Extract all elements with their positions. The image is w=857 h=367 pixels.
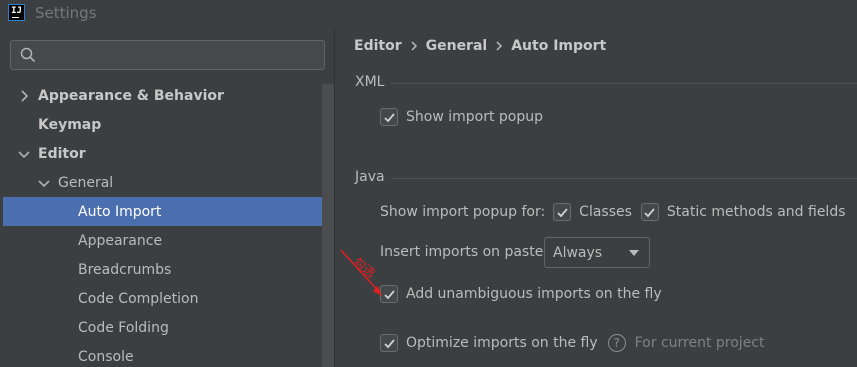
tree-item-label: Code Folding	[78, 319, 169, 336]
insert-imports-on-paste-row: Insert imports on paste:	[380, 244, 548, 260]
optimize-imports-checkbox[interactable]	[380, 334, 398, 352]
tree-item-general[interactable]: General	[36, 168, 316, 197]
tree-item-breadcrumbs[interactable]: Breadcrumbs	[78, 255, 318, 284]
help-icon[interactable]: ?	[607, 334, 626, 352]
dropdown-arrow-icon	[629, 250, 639, 256]
tree-item-auto-import[interactable]: Auto Import	[3, 197, 333, 226]
tree-item-label: Keymap	[38, 116, 102, 133]
search-input[interactable]	[10, 40, 325, 70]
window-title: Settings	[35, 4, 97, 22]
section-divider	[391, 83, 857, 84]
tree-item-appearance-behavior[interactable]: Appearance & Behavior	[16, 81, 316, 110]
show-import-popup-for-row: Show import popup for: Classes Static me…	[380, 203, 846, 221]
classes-label: Classes	[579, 204, 632, 220]
classes-checkbox[interactable]	[553, 203, 572, 221]
chevron-down-icon	[18, 150, 30, 158]
intellij-icon: IJ	[8, 4, 25, 21]
insert-imports-on-paste-label: Insert imports on paste:	[380, 244, 549, 260]
breadcrumb-item-general: General	[425, 38, 488, 54]
add-unambiguous-label: Add unambiguous imports on the fly	[406, 286, 662, 302]
tree-item-label: Appearance & Behavior	[38, 87, 224, 104]
show-import-popup-for-label: Show import popup for:	[380, 204, 546, 220]
tree-item-console[interactable]: Console	[78, 342, 318, 367]
tree-item-editor[interactable]: Editor	[16, 139, 316, 168]
tree-item-label: General	[58, 174, 114, 191]
breadcrumb: Editor General Auto Import	[354, 38, 606, 54]
add-unambiguous-checkbox[interactable]	[380, 285, 398, 303]
checkmark-icon	[383, 338, 395, 348]
title-bar: IJ Settings	[0, 0, 857, 28]
chevron-down-icon	[38, 179, 50, 187]
show-import-popup-xml-label: Show import popup	[406, 109, 543, 125]
checkmark-icon	[383, 112, 395, 122]
checkmark-icon	[557, 207, 568, 217]
tree-item-keymap[interactable]: Keymap	[38, 110, 318, 139]
settings-content: Editor General Auto Import XML Show impo…	[335, 28, 857, 367]
show-import-popup-xml-row: Show import popup	[380, 108, 543, 126]
checkmark-icon	[644, 207, 656, 217]
settings-sidebar: Appearance & Behavior Keymap Editor Gene…	[0, 28, 334, 367]
chevron-right-icon	[21, 89, 29, 102]
add-unambiguous-row: Add unambiguous imports on the fly	[380, 285, 662, 303]
tree-item-label: Editor	[38, 145, 86, 162]
insert-imports-on-paste-dropdown[interactable]: Always	[544, 237, 650, 268]
tree-item-label: Appearance	[78, 232, 163, 249]
app-icon-letters: IJ	[11, 5, 22, 16]
section-title-xml: XML	[355, 74, 385, 90]
dropdown-value: Always	[553, 244, 603, 261]
tree-item-label: Auto Import	[78, 203, 162, 220]
sidebar-scrollbar[interactable]	[322, 84, 334, 367]
checkmark-icon	[383, 289, 395, 299]
optimize-imports-hint: For current project	[634, 335, 765, 351]
tree-item-label: Code Completion	[78, 290, 199, 307]
chevron-right-icon	[496, 41, 503, 51]
tree-item-appearance[interactable]: Appearance	[78, 226, 318, 255]
show-import-popup-xml-checkbox[interactable]	[380, 108, 398, 126]
tree-item-label: Breadcrumbs	[78, 261, 172, 278]
static-methods-checkbox[interactable]	[640, 203, 659, 221]
optimize-imports-row: Optimize imports on the fly ? For curren…	[380, 334, 765, 352]
chevron-right-icon	[411, 41, 417, 51]
tree-item-label: Console	[78, 348, 134, 365]
optimize-imports-label: Optimize imports on the fly	[406, 335, 598, 351]
section-title-java: Java	[355, 169, 385, 185]
tree-item-code-folding[interactable]: Code Folding	[78, 313, 318, 342]
breadcrumb-item-auto-import: Auto Import	[511, 38, 607, 54]
tree-item-code-completion[interactable]: Code Completion	[78, 284, 318, 313]
breadcrumb-item-editor: Editor	[354, 38, 402, 54]
search-icon	[20, 47, 36, 63]
section-divider	[391, 178, 857, 179]
static-methods-label: Static methods and fields	[666, 204, 846, 220]
